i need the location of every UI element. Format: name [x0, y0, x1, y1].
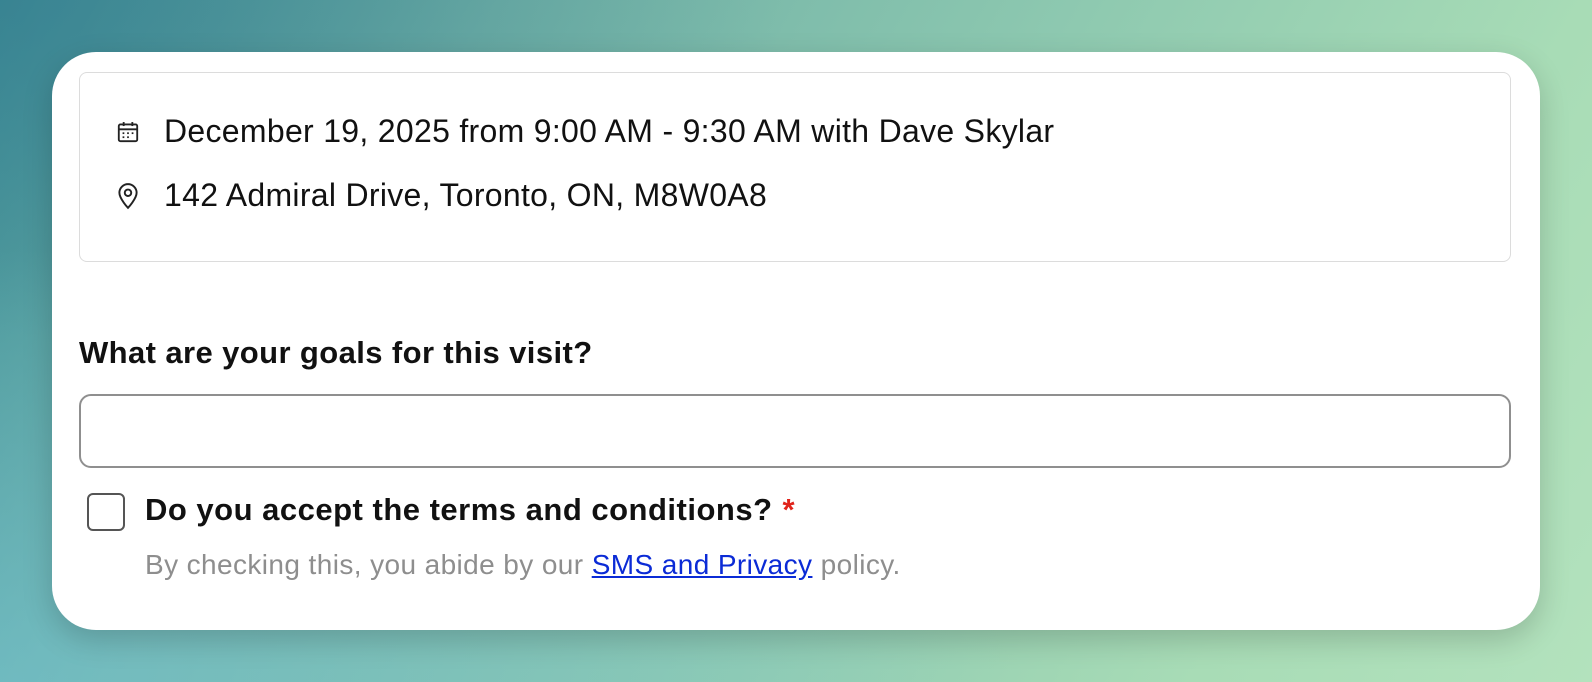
appointment-details: December 19, 2025 from 9:00 AM - 9:30 AM… — [79, 72, 1511, 262]
sms-privacy-link[interactable]: SMS and Privacy — [592, 549, 813, 580]
appointment-address-text: 142 Admiral Drive, Toronto, ON, M8W0A8 — [164, 177, 768, 213]
location-pin-icon — [114, 182, 142, 210]
calendar-icon — [114, 118, 142, 146]
appointment-address-row: 142 Admiral Drive, Toronto, ON, M8W0A8 — [114, 177, 767, 214]
terms-help-suffix: policy. — [820, 549, 901, 580]
goals-question-label: What are your goals for this visit? — [79, 335, 593, 370]
terms-label-text: Do you accept the terms and conditions? — [145, 492, 773, 527]
appointment-datetime-text: December 19, 2025 from 9:00 AM - 9:30 AM… — [164, 113, 1055, 149]
booking-form-card: December 19, 2025 from 9:00 AM - 9:30 AM… — [52, 52, 1540, 630]
goals-input[interactable] — [79, 394, 1511, 468]
required-marker: * — [782, 492, 796, 527]
terms-label: Do you accept the terms and conditions? * — [145, 492, 795, 528]
appointment-datetime-row: December 19, 2025 from 9:00 AM - 9:30 AM… — [114, 113, 1054, 150]
terms-help-text: By checking this, you abide by our SMS a… — [145, 549, 901, 581]
terms-checkbox[interactable] — [87, 493, 125, 531]
terms-help-prefix: By checking this, you abide by our — [145, 549, 584, 580]
